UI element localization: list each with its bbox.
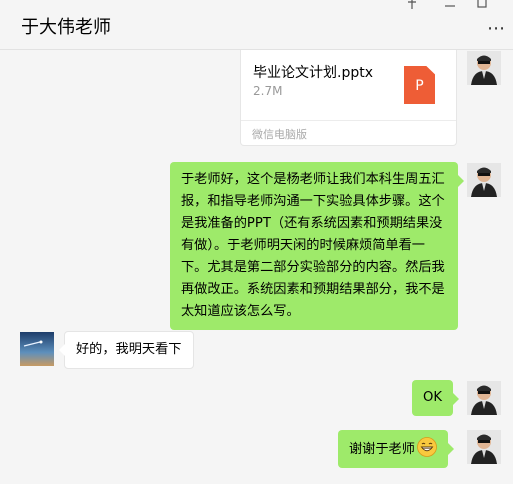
message-bubble-sent[interactable]: 于老师好，这个是杨老师让我们本科生周五汇报，和指导老师沟通一下实验具体步骤。这个…	[170, 162, 464, 330]
file-source-label: 微信电脑版	[252, 128, 307, 141]
file-size: 2.7M	[253, 84, 283, 98]
message-bubble-received[interactable]: 好的，我明天看下	[59, 331, 194, 369]
chat-title: 于大伟老师	[21, 17, 111, 38]
message-bubble-sent[interactable]: OK	[412, 380, 460, 416]
ppt-file-icon: P	[404, 66, 435, 104]
file-name: 毕业论文计划.pptx	[253, 65, 373, 81]
my-avatar[interactable]	[467, 51, 501, 85]
message-bubble-sent[interactable]: 谢谢于老师	[338, 430, 454, 468]
grin-emoji-icon	[417, 437, 437, 457]
my-avatar[interactable]	[467, 430, 501, 464]
chat-header: 于大伟老师 ⋯	[0, 0, 513, 50]
file-card-divider	[241, 120, 456, 121]
maximize-icon[interactable]	[477, 0, 487, 12]
friend-avatar[interactable]	[20, 332, 54, 366]
more-options-icon[interactable]: ⋯	[487, 18, 507, 39]
minimize-icon[interactable]	[444, 0, 456, 12]
pin-icon[interactable]	[406, 0, 418, 12]
message-text: 谢谢于老师	[349, 442, 415, 457]
file-message-card[interactable]: 毕业论文计划.pptx 2.7M P 微信电脑版	[240, 50, 457, 146]
ppt-file-icon-letter: P	[415, 78, 424, 94]
my-avatar[interactable]	[467, 163, 501, 197]
my-avatar[interactable]	[467, 381, 501, 415]
